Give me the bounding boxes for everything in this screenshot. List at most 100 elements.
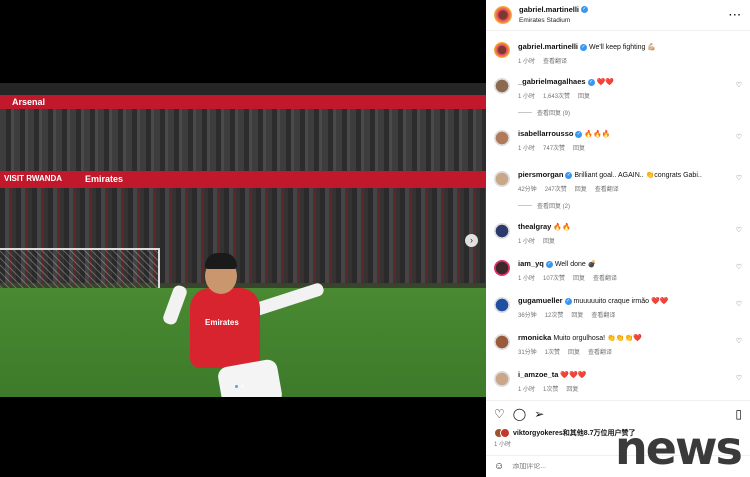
commenter-username[interactable]: gugamueller xyxy=(518,296,563,305)
comment-time[interactable]: 1 小时 xyxy=(518,236,535,245)
commenter-username[interactable]: iam_yq xyxy=(518,259,544,268)
commenter-username[interactable]: isabellarrousso xyxy=(518,129,573,138)
translate-link[interactable]: 查看翻译 xyxy=(593,273,617,282)
like-heart-icon[interactable]: ♡ xyxy=(736,81,742,89)
caption-time[interactable]: 1 小时 xyxy=(518,56,535,65)
reply-button[interactable]: 回复 xyxy=(571,310,583,319)
caption-username[interactable]: gabriel.martinelli xyxy=(518,42,578,51)
verified-badge-icon: ✓ xyxy=(581,6,589,14)
post-location[interactable]: Emirates Stadium xyxy=(519,16,588,26)
comment-item: i_amzoe_ta ❤️❤️❤️ 1 小时 1次赞 回复 ♡ xyxy=(486,370,750,393)
comment-item: isabellarrousso ✓ 🔥🔥🔥 1 小时 747次赞 回复 ♡ xyxy=(486,129,750,152)
view-replies-label: 查看回复 (9) xyxy=(537,111,571,117)
comment-time[interactable]: 1 小时 xyxy=(518,273,535,282)
commenter-username[interactable]: thealgray xyxy=(518,222,551,231)
reply-button[interactable]: 回复 xyxy=(573,143,585,152)
reply-button[interactable]: 回复 xyxy=(578,91,590,100)
commenter-avatar[interactable] xyxy=(494,130,510,146)
comment-item: _gabrielmagalhaes ✓ ❤️❤️ 1 小时 1,643次赞 回复 ♡ xyxy=(486,77,750,100)
comment-text: muuuuuito craque irmão ❤️❤️ xyxy=(573,298,669,305)
more-options-icon[interactable]: ··· xyxy=(729,10,742,21)
commenter-avatar[interactable] xyxy=(494,371,510,387)
commenter-avatar[interactable] xyxy=(494,78,510,94)
commenter-username[interactable]: piersmorgan xyxy=(518,170,563,179)
commenter-username[interactable]: i_amzoe_ta xyxy=(518,370,558,379)
reply-button[interactable]: 回复 xyxy=(566,384,578,393)
translate-link[interactable]: 查看翻译 xyxy=(591,310,615,319)
comment-likes[interactable]: 1次赞 xyxy=(545,347,560,356)
ad-rwanda-text: VISIT RWANDA xyxy=(4,174,63,183)
player-hair xyxy=(205,253,237,269)
post-age[interactable]: 1 小时 xyxy=(494,439,511,448)
like-heart-icon[interactable]: ♡ xyxy=(736,374,742,382)
post-side-panel: gabriel.martinelli ✓ Emirates Stadium ···… xyxy=(486,0,750,477)
news-watermark: news xyxy=(615,421,743,475)
like-heart-icon[interactable]: ♡ xyxy=(736,263,742,271)
caption: gabriel.martinelli ✓ We'll keep fighting … xyxy=(486,42,750,65)
author-username[interactable]: gabriel.martinelli xyxy=(519,5,579,14)
comment-time[interactable]: 1 小时 xyxy=(518,91,535,100)
comment-time[interactable]: 42分钟 xyxy=(518,184,537,193)
comment-likes[interactable]: 247次赞 xyxy=(545,184,567,193)
reply-button[interactable]: 回复 xyxy=(575,184,587,193)
post-header: gabriel.martinelli ✓ Emirates Stadium ··· xyxy=(486,0,750,31)
commenter-avatar[interactable] xyxy=(494,223,510,239)
comment-text: ❤️❤️❤️ xyxy=(560,372,587,379)
commenter-avatar[interactable] xyxy=(494,297,510,313)
carousel-dot xyxy=(241,385,244,388)
author-avatar[interactable] xyxy=(494,6,512,24)
comment-item: rmonicka Muito orgulhosa! 👏👏👏❤️ 31分钟 1次赞回… xyxy=(486,333,750,356)
player-left-arm xyxy=(161,283,189,327)
translate-link[interactable]: 查看翻译 xyxy=(588,347,612,356)
comment-item: piersmorgan ✓ Brilliant goal.. AGAIN.. 👏c… xyxy=(486,170,750,193)
next-photo-chevron-icon[interactable]: › xyxy=(465,234,478,247)
commenter-username[interactable]: _gabrielmagalhaes xyxy=(518,77,586,86)
share-send-icon[interactable]: ➢ xyxy=(534,407,544,421)
reply-button[interactable]: 回复 xyxy=(543,236,555,245)
save-bookmark-icon[interactable]: ▯ xyxy=(735,407,742,421)
verified-badge-icon: ✓ xyxy=(580,43,588,51)
comment-likes[interactable]: 12次赞 xyxy=(545,310,564,319)
commenter-avatar[interactable] xyxy=(494,334,510,350)
like-heart-icon[interactable]: ♡ xyxy=(736,174,742,182)
comment-likes[interactable]: 1次赞 xyxy=(543,384,558,393)
caption-avatar[interactable] xyxy=(494,42,510,58)
verified-badge-icon: ✓ xyxy=(565,171,573,179)
verified-badge-icon: ✓ xyxy=(575,130,583,138)
emoji-smiley-icon[interactable]: ☺ xyxy=(494,461,504,472)
comment-text: 🔥🔥 xyxy=(553,224,571,231)
crowd-middle xyxy=(0,109,486,171)
commenter-avatar[interactable] xyxy=(494,260,510,276)
comment-item: thealgray 🔥🔥 1 小时 回复 ♡ xyxy=(486,222,750,245)
player-right-arm xyxy=(249,281,326,318)
reply-button[interactable]: 回复 xyxy=(573,273,585,282)
commenter-username[interactable]: rmonicka xyxy=(518,333,551,342)
comment-likes[interactable]: 1,643次赞 xyxy=(543,91,570,100)
comment-likes[interactable]: 107次赞 xyxy=(543,273,565,282)
comment-time[interactable]: 1 小时 xyxy=(518,143,535,152)
like-heart-icon[interactable]: ♡ xyxy=(736,337,742,345)
comment-time[interactable]: 31分钟 xyxy=(518,347,537,356)
view-replies-toggle[interactable]: 查看回复 (2) xyxy=(518,201,750,210)
ad-arsenal-text: Arsenal xyxy=(12,97,46,107)
like-heart-icon[interactable]: ♡ xyxy=(736,226,742,234)
comment-time[interactable]: 36分钟 xyxy=(518,310,537,319)
post-photo[interactable]: Arsenal VISIT RWANDA Emirates Emirates ›… xyxy=(0,83,486,397)
post-media-area: Arsenal VISIT RWANDA Emirates Emirates ›… xyxy=(0,0,486,477)
comment-text: ❤️❤️ xyxy=(596,79,614,86)
comment-bubble-icon[interactable]: ◯ xyxy=(513,407,526,421)
shirt-sponsor-text: Emirates xyxy=(205,318,239,327)
comment-input[interactable] xyxy=(512,463,623,470)
comments-list: gabriel.martinelli ✓ We'll keep fighting … xyxy=(486,36,750,400)
reply-button[interactable]: 回复 xyxy=(568,347,580,356)
like-heart-icon[interactable]: ♡ xyxy=(494,407,505,421)
comment-time[interactable]: 1 小时 xyxy=(518,384,535,393)
translate-link[interactable]: 查看翻译 xyxy=(595,184,619,193)
like-heart-icon[interactable]: ♡ xyxy=(736,300,742,308)
view-replies-toggle[interactable]: 查看回复 (9) xyxy=(518,108,750,117)
like-heart-icon[interactable]: ♡ xyxy=(736,133,742,141)
player-figure: Emirates xyxy=(150,233,350,397)
translate-link[interactable]: 查看翻译 xyxy=(543,56,567,65)
comment-likes[interactable]: 747次赞 xyxy=(543,143,565,152)
commenter-avatar[interactable] xyxy=(494,171,510,187)
